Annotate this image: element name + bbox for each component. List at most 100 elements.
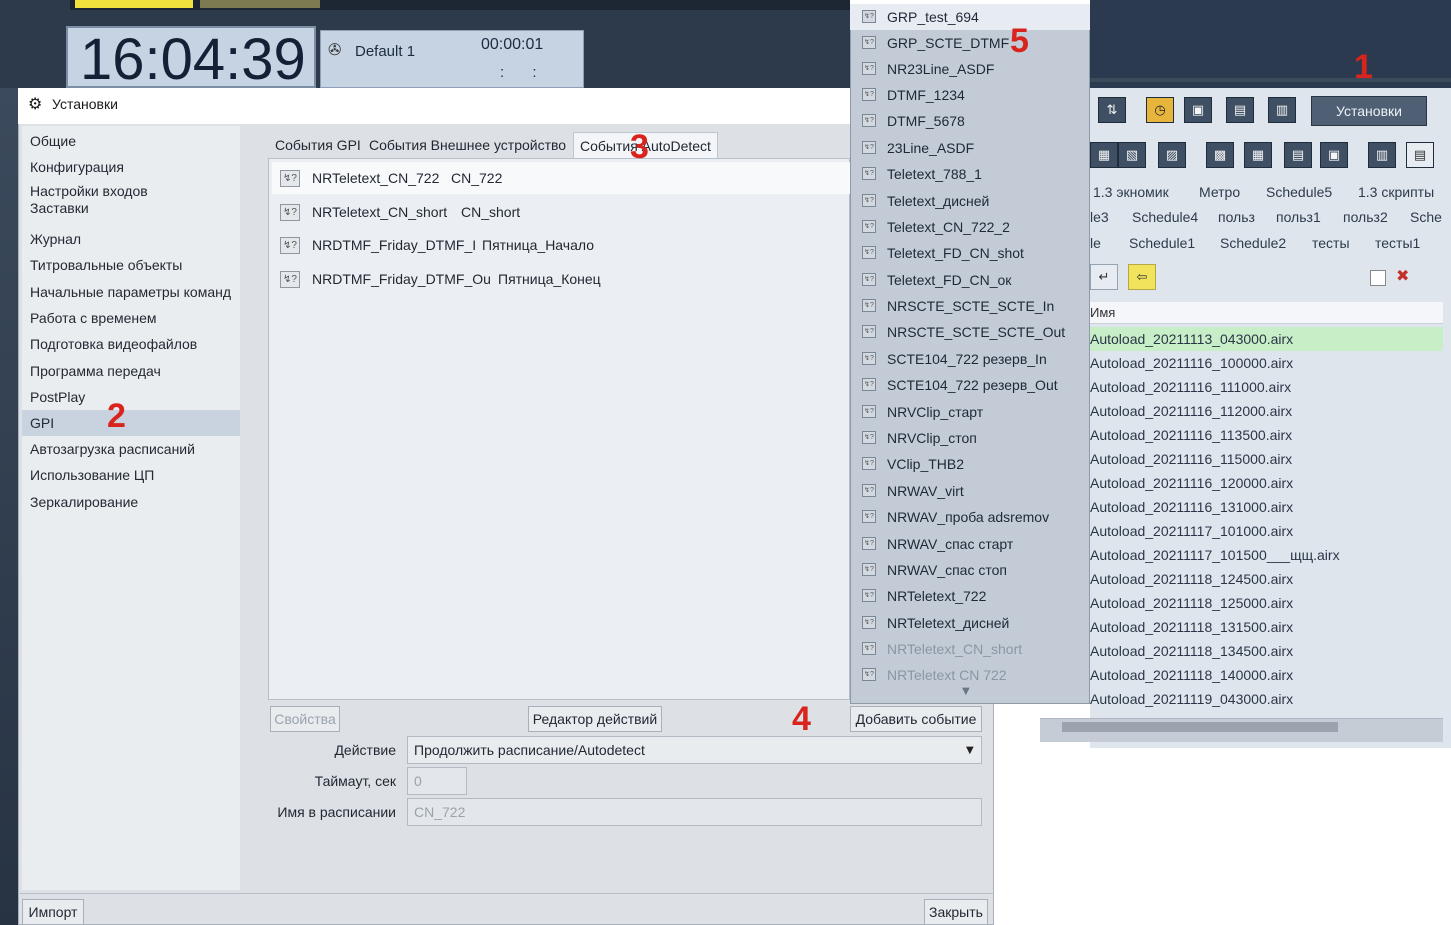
event-row[interactable]: ↯? NRDTMF_Friday_DTMF_I Пятница_Начало [272, 229, 850, 261]
clock-icon[interactable]: ◷ [1146, 97, 1174, 123]
toolbar-button-import-icon[interactable]: ⇅ [1098, 97, 1126, 123]
menu-item[interactable]: ↯? SCTE104_722 резерв_In [850, 346, 1090, 372]
menu-item[interactable]: ↯? NRSCTE_SCTE_SCTE_Out [850, 319, 1090, 345]
file-row[interactable]: Autoload_20211118_124500.airx [1090, 567, 1443, 591]
menu-item[interactable]: ↯? Teletext_FD_CN_shot [850, 240, 1090, 266]
toolbar-icon-d[interactable]: ▦ [1090, 142, 1118, 168]
nav-item-postplay[interactable]: PostPlay [22, 384, 240, 410]
menu-item[interactable]: ↯? NRWAV_проба adsremov [850, 504, 1090, 530]
menu-item[interactable]: ↯? NRTeletext CN 722 [850, 662, 1090, 688]
toolbar-icon-c[interactable]: ▥ [1268, 97, 1296, 123]
nav-item-program-guide[interactable]: Программа передач [22, 358, 240, 384]
tab-label[interactable]: Schedule4 [1132, 209, 1198, 225]
schedule-name-input[interactable]: CN_722 [407, 798, 982, 826]
nav-item-input-settings[interactable]: Настройки входов Заставки [22, 180, 240, 218]
file-row[interactable]: Autoload_20211116_120000.airx [1090, 471, 1443, 495]
tab-label[interactable]: польз2 [1343, 209, 1388, 225]
menu-item[interactable]: ↯? NR23Line_ASDF [850, 56, 1090, 82]
tab-label[interactable]: Метро [1199, 184, 1240, 200]
tab-label[interactable]: le3 [1090, 209, 1109, 225]
checkbox[interactable] [1370, 270, 1386, 286]
tab-label[interactable]: Schedule1 [1129, 235, 1195, 251]
toolbar-icon-f[interactable]: ▨ [1158, 142, 1186, 168]
event-row[interactable]: ↯? NRDTMF_Friday_DTMF_Ou Пятница_Конец [272, 263, 850, 295]
menu-item[interactable]: ↯? NRWAV_спас стоп [850, 557, 1090, 583]
nav-item-autoload[interactable]: Автозагрузка расписаний [22, 436, 240, 462]
file-row[interactable]: Autoload_20211118_131500.airx [1090, 615, 1443, 639]
nav-item-gpi[interactable]: GPI [22, 410, 240, 436]
file-row[interactable]: Autoload_20211118_140000.airx [1090, 663, 1443, 687]
toolbar-icon-a[interactable]: ▣ [1184, 97, 1212, 123]
tab-label[interactable]: Schedule5 [1266, 184, 1332, 200]
menu-item[interactable]: ↯? 23Line_ASDF [850, 135, 1090, 161]
file-row[interactable]: Autoload_20211116_100000.airx [1090, 351, 1443, 375]
toolbar-icon-b[interactable]: ▤ [1226, 97, 1254, 123]
tab-label[interactable]: польз [1218, 209, 1255, 225]
tab-label[interactable]: тесты1 [1375, 235, 1420, 251]
event-row[interactable]: ↯? NRTeletext_CN_722 CN_722 [272, 162, 850, 194]
toolbar-icon-j[interactable]: ▣ [1320, 142, 1348, 168]
timeout-input[interactable]: 0 [407, 767, 467, 795]
menu-item[interactable]: ↯? SCTE104_722 резерв_Out [850, 372, 1090, 398]
enter-icon[interactable]: ↵ [1090, 264, 1118, 290]
menu-item[interactable]: ↯? VClip_ТНВ2 [850, 451, 1090, 477]
file-row[interactable]: Autoload_20211118_134500.airx [1090, 639, 1443, 663]
event-row[interactable]: ↯? NRTeletext_CN_short CN_short [272, 196, 850, 228]
menu-item[interactable]: ↯? NRVClip_старт [850, 399, 1090, 425]
action-editor-button[interactable]: Редактор действий [528, 706, 662, 732]
menu-item[interactable]: ↯? GRP_SCTE_DTMF [850, 30, 1090, 56]
tab-label[interactable]: Sche [1410, 209, 1442, 225]
column-header-name[interactable]: Имя [1090, 305, 1115, 320]
menu-item[interactable]: ↯? Teletext_788_1 [850, 161, 1090, 187]
menu-item[interactable]: ↯? NRVClip_стоп [850, 425, 1090, 451]
file-row[interactable]: Autoload_20211119_043000.airx [1090, 687, 1443, 711]
scroll-down-icon[interactable]: ▼ [962, 686, 970, 697]
properties-button[interactable]: Свойства [270, 706, 340, 732]
menu-item[interactable]: ↯? NRSCTE_SCTE_SCTE_In [850, 293, 1090, 319]
file-row[interactable]: Autoload_20211116_112000.airx [1090, 399, 1443, 423]
add-event-button[interactable]: Добавить событие [850, 706, 982, 732]
nav-item-time[interactable]: Работа с временем [22, 305, 240, 331]
tab-label[interactable]: тесты [1312, 235, 1350, 251]
tab-gpi-events[interactable]: События GPI [269, 132, 367, 158]
toolbar-icon-k[interactable]: ▥ [1368, 142, 1396, 168]
tab-label[interactable]: польз1 [1276, 209, 1321, 225]
nav-item-cpu-usage[interactable]: Использование ЦП [22, 462, 240, 488]
menu-item[interactable]: ↯? NRWAV_спас старт [850, 531, 1090, 557]
menu-item[interactable]: ↯? NRTeletext_722 [850, 583, 1090, 609]
toolbar-icon-i[interactable]: ▤ [1284, 142, 1312, 168]
nav-item-log[interactable]: Журнал [22, 226, 240, 252]
file-row[interactable]: Autoload_20211118_125000.airx [1090, 591, 1443, 615]
tab-external-device-events[interactable]: События Внешнее устройство [363, 132, 572, 158]
toolbar-icon-h[interactable]: ▦ [1244, 142, 1272, 168]
menu-item[interactable]: ↯? GRP_test_694 [850, 4, 1090, 30]
document-icon[interactable]: ▤ [1406, 142, 1434, 168]
tab-label[interactable]: le [1090, 235, 1101, 251]
nav-item-configuration[interactable]: Конфигурация [22, 154, 240, 180]
close-button[interactable]: Закрыть [924, 899, 988, 925]
toolbar-icon-e[interactable]: ▧ [1118, 142, 1146, 168]
menu-item[interactable]: ↯? Teletext_дисней [850, 188, 1090, 214]
action-select[interactable]: Продолжить расписание/Autodetect [407, 736, 982, 764]
nav-item-video-files[interactable]: Подготовка видеофайлов [22, 331, 240, 357]
file-row[interactable]: Autoload_20211117_101500___щщ.airx [1090, 543, 1443, 567]
file-row[interactable]: Autoload_20211116_111000.airx [1090, 375, 1443, 399]
delete-filter-icon[interactable]: ✖ [1396, 266, 1409, 285]
menu-item[interactable]: ↯? Teletext_FD_CN_ок [850, 267, 1090, 293]
tab-label[interactable]: 1.3 экномик [1093, 184, 1169, 200]
file-row[interactable]: Autoload_20211117_101000.airx [1090, 519, 1443, 543]
menu-item[interactable]: ↯? NRTeletext_CN_short [850, 636, 1090, 662]
menu-item[interactable]: ↯? NRWAV_virt [850, 478, 1090, 504]
nav-item-general[interactable]: Общие [22, 128, 240, 154]
file-row[interactable]: Autoload_20211113_043000.airx [1090, 327, 1443, 351]
toolbar-icon-g[interactable]: ▩ [1206, 142, 1234, 168]
nav-item-command-params[interactable]: Начальные параметры команд [22, 279, 240, 305]
chevron-down-icon[interactable]: ▼ [966, 745, 974, 756]
menu-item[interactable]: ↯? DTMF_5678 [850, 108, 1090, 134]
file-row[interactable]: Autoload_20211116_131000.airx [1090, 495, 1443, 519]
settings-button[interactable]: Установки [1311, 96, 1427, 126]
menu-item[interactable]: ↯? Teletext_CN_722_2 [850, 214, 1090, 240]
import-button[interactable]: Импорт [22, 899, 84, 925]
menu-item[interactable]: ↯? NRTeletext_дисней [850, 610, 1090, 636]
tab-label[interactable]: Schedule2 [1220, 235, 1286, 251]
